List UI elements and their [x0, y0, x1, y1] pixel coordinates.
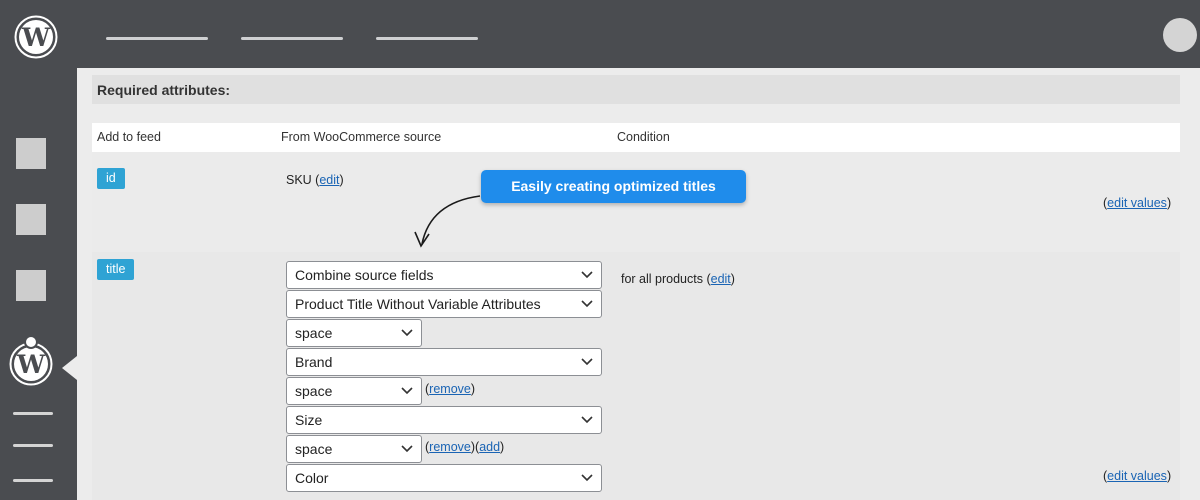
separator-select-3[interactable]: space: [286, 435, 422, 463]
table-header: Add to feed From WooCommerce source Cond…: [92, 123, 1180, 152]
select-value: space: [295, 383, 333, 399]
source-text: SKU (: [286, 173, 320, 187]
source-value-id: SKU (edit): [286, 173, 344, 187]
wordpress-logo-icon[interactable]: W: [9, 334, 53, 386]
attribute-tag-id: id: [97, 168, 125, 189]
chevron-down-icon: [581, 416, 593, 424]
select-value: space: [295, 325, 333, 341]
avatar[interactable]: [1163, 18, 1197, 52]
source-select-brand[interactable]: Brand: [286, 348, 602, 376]
remove-link[interactable]: remove: [429, 382, 471, 396]
edit-values-id: (edit values): [1103, 196, 1171, 210]
edit-values-title: (edit values): [1103, 469, 1171, 483]
attribute-tag-title: title: [97, 259, 135, 280]
edit-values-link[interactable]: edit values: [1107, 469, 1167, 483]
edit-values-link[interactable]: edit values: [1107, 196, 1167, 210]
source-select-size[interactable]: Size: [286, 406, 602, 434]
svg-text:W: W: [21, 23, 51, 52]
source-close: ): [339, 173, 344, 187]
nav-link-1[interactable]: [106, 37, 208, 40]
chevron-down-icon: [401, 445, 413, 453]
sidebar-line-1[interactable]: [13, 412, 53, 415]
condition-label: for all products (: [621, 272, 711, 286]
separator-select-1[interactable]: space: [286, 319, 422, 347]
add-link[interactable]: add: [479, 440, 500, 454]
column-add-to-feed: Add to feed: [97, 130, 161, 144]
select-value: Brand: [295, 354, 333, 370]
source-select-color[interactable]: Color: [286, 464, 602, 492]
chevron-down-icon: [581, 300, 593, 308]
remove-group-1: (remove): [425, 382, 476, 396]
admin-top-bar: W: [0, 0, 1200, 68]
select-value: Combine source fields: [295, 267, 434, 283]
sidebar-menu-item-2[interactable]: [16, 204, 46, 235]
separator-select-2[interactable]: space: [286, 377, 422, 405]
paren-close: ): [1166, 469, 1172, 483]
remove-add-group: (remove)(add): [425, 440, 505, 454]
admin-sidebar: W: [0, 68, 77, 500]
select-value: space: [295, 441, 333, 457]
table-row-title: title Combine source fields Product Titl…: [92, 252, 1180, 500]
edit-condition-link[interactable]: edit: [711, 272, 731, 286]
svg-text:W: W: [16, 350, 46, 379]
source-select-combine[interactable]: Combine source fields: [286, 261, 602, 289]
wordpress-logo-icon[interactable]: W: [14, 15, 58, 59]
section-header: Required attributes:: [92, 75, 1180, 104]
sidebar-line-2[interactable]: [13, 444, 53, 447]
edit-source-link[interactable]: edit: [319, 173, 339, 187]
section-title: Required attributes:: [97, 82, 231, 98]
chevron-down-icon: [581, 358, 593, 366]
sidebar-line-3[interactable]: [13, 479, 53, 482]
active-menu-indicator: [62, 356, 77, 380]
nav-link-3[interactable]: [376, 37, 478, 40]
chevron-down-icon: [401, 387, 413, 395]
paren-close: ): [730, 272, 735, 286]
select-value: Color: [295, 470, 329, 486]
condition-text: for all products (edit): [621, 272, 735, 286]
paren-close: ): [1166, 196, 1172, 210]
select-value: Product Title Without Variable Attribute…: [295, 296, 541, 312]
select-value: Size: [295, 412, 323, 428]
main-content: Required attributes: Add to feed From Wo…: [77, 68, 1200, 500]
chevron-down-icon: [401, 329, 413, 337]
sidebar-menu-item-3[interactable]: [16, 270, 46, 301]
nav-link-2[interactable]: [241, 37, 343, 40]
chevron-down-icon: [581, 271, 593, 279]
column-source: From WooCommerce source: [281, 130, 442, 144]
sidebar-menu-item-1[interactable]: [16, 138, 46, 169]
chevron-down-icon: [581, 474, 593, 482]
curved-arrow-icon: [414, 195, 481, 248]
source-select-product-title[interactable]: Product Title Without Variable Attribute…: [286, 290, 602, 318]
column-condition: Condition: [617, 130, 670, 144]
remove-link[interactable]: remove: [429, 440, 471, 454]
callout-banner: Easily creating optimized titles: [481, 170, 746, 203]
